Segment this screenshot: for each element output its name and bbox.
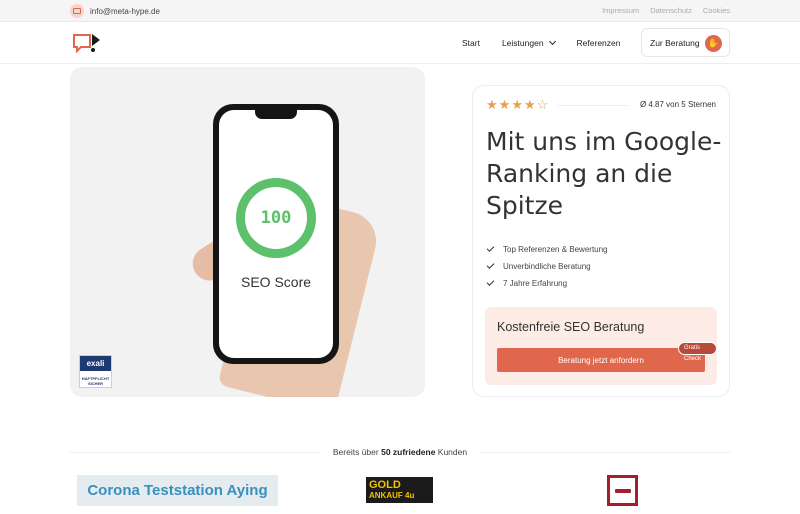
goldankauf-line2: ANKAUF 4u [369, 490, 415, 500]
consultation-button-label[interactable]: Zur Beratung [650, 38, 700, 48]
phone-screen: 100 SEO Score [219, 110, 333, 358]
star-half-icon: ☆ [536, 97, 549, 112]
star-icon: ★ [511, 97, 523, 112]
legal-links: Impressum Datenschutz Cookies [602, 6, 730, 15]
customers-text-prefix: Bereits über [332, 447, 382, 457]
offer-title: Kostenfreie SEO Beratung [497, 320, 645, 334]
nav-referenzen[interactable]: Referenzen [577, 38, 621, 48]
cookies-link[interactable]: Cookies [703, 6, 730, 15]
nav-leistungen-label[interactable]: Leistungen [502, 38, 544, 48]
nav-leistungen[interactable]: Leistungen [502, 37, 556, 48]
logo[interactable] [72, 32, 102, 54]
email-text[interactable]: info@meta-hype.de [90, 7, 160, 16]
benefit-list: Top Referenzen & Bewertung Unverbindlich… [486, 241, 608, 292]
nav-referenzen-label[interactable]: Referenzen [577, 38, 621, 48]
nav-start[interactable]: Start [462, 38, 480, 48]
customer-logo-corona-teststation: Corona Teststation Aying [77, 475, 278, 506]
seo-score-value: 100 [260, 208, 292, 228]
nav-start-label[interactable]: Start [462, 38, 480, 48]
star-icon: ★ [498, 97, 511, 112]
rating-divider [558, 105, 628, 106]
benefit-label: 7 Jahre Erfahrung [503, 279, 568, 288]
customer-logo-emblem [607, 475, 638, 506]
main-nav: Start Leistungen Referenzen [462, 37, 643, 48]
customers-heading: Bereits über 50 zufriedene Kunden [0, 447, 800, 457]
chevron-down-icon[interactable] [548, 37, 556, 46]
check-icon [486, 278, 495, 286]
score-ring: 100 [236, 178, 316, 258]
hero-headline: Mit uns im Google-Ranking an die Spitze [486, 127, 722, 220]
check-icon [486, 261, 495, 269]
customers-count: 50 zufriedene [381, 447, 436, 457]
exali-badge-text: HAFTPFLICHT SICHER [81, 376, 110, 386]
hero-image: 100 SEO Score exali HAFTPFLICHT SICHER [70, 67, 425, 397]
benefit-label: Unverbindliche Beratung [503, 262, 591, 271]
phone-mockup: 100 SEO Score [213, 104, 339, 364]
star-icon: ★ [486, 97, 498, 112]
gratis-check-badge: Gratis Check [678, 342, 717, 362]
top-bar: info@meta-hype.de Impressum Datenschutz … [0, 0, 800, 22]
benefit-item: 7 Jahre Erfahrung [486, 275, 608, 292]
request-consultation-button[interactable]: Beratung jetzt anfordern [497, 348, 705, 372]
customer-logo-goldankauf: GOLD ANKAUF 4u [366, 477, 433, 503]
rating-text: Ø 4.87 von 5 Sternen [639, 100, 716, 109]
impressum-link[interactable]: Impressum [602, 6, 639, 15]
mail-icon [70, 4, 84, 18]
benefit-label: Top Referenzen & Bewertung [503, 245, 608, 254]
phone-notch [255, 110, 297, 119]
datenschutz-link[interactable]: Datenschutz [650, 6, 692, 15]
main-header: Start Leistungen Referenzen Zur Beratung… [0, 22, 800, 64]
exali-brand: exali [80, 356, 111, 371]
exali-badge[interactable]: exali HAFTPFLICHT SICHER [79, 355, 112, 388]
hero-card: ★ ★ ★ ★ ☆ Ø 4.87 von 5 Sternen Mit uns i… [472, 85, 730, 397]
benefit-item: Unverbindliche Beratung [486, 258, 608, 275]
benefit-item: Top Referenzen & Bewertung [486, 241, 608, 258]
rating-stars: ★ ★ ★ ★ ☆ [486, 98, 548, 111]
consultation-button[interactable]: Zur Beratung ✋ [641, 28, 730, 57]
hand-wave-icon: ✋ [705, 35, 722, 52]
star-icon: ★ [523, 97, 536, 112]
goldankauf-line1: GOLD [369, 478, 401, 491]
seo-score-label: SEO Score [240, 274, 312, 290]
offer-box: Kostenfreie SEO Beratung Beratung jetzt … [485, 307, 717, 385]
customers-text-suffix: Kunden [435, 447, 468, 457]
check-icon [486, 244, 495, 252]
contact-email[interactable]: info@meta-hype.de [70, 4, 160, 18]
